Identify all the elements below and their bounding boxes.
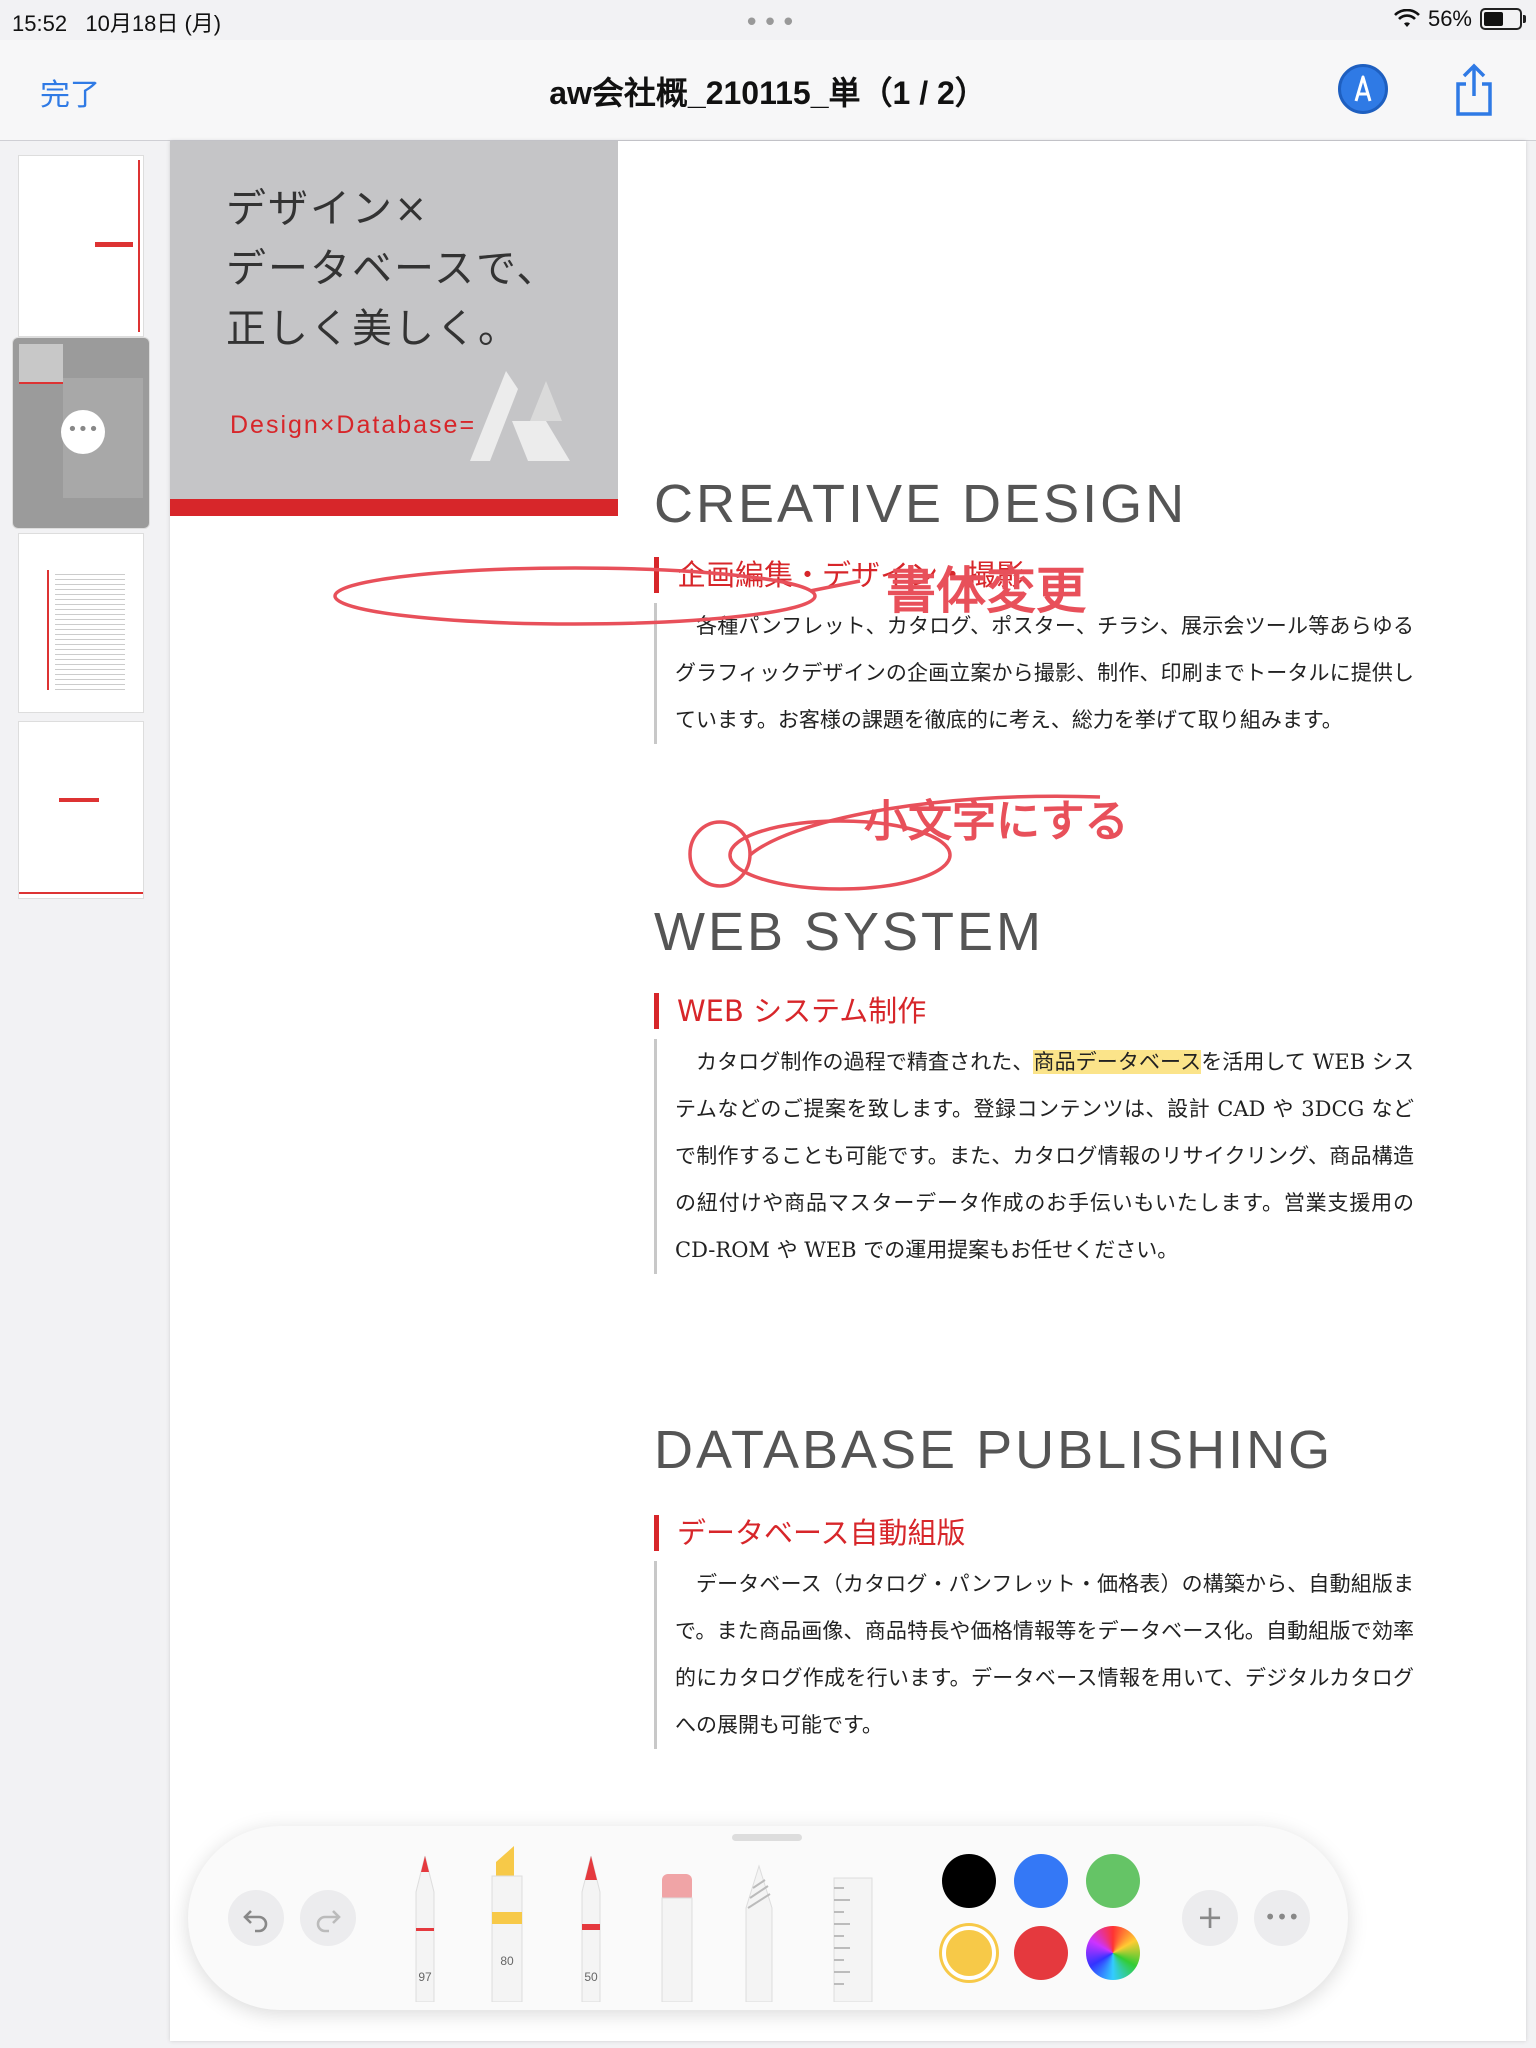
share-icon — [1456, 63, 1492, 116]
clock-time: 15:52 — [12, 11, 68, 36]
hero-subline: Design×Database= — [230, 411, 477, 439]
page-thumbnail-4[interactable] — [18, 721, 144, 899]
section-body: データベース（カタログ・パンフレット・価格表）の構築から、自動組版まで。また商品… — [654, 1561, 1414, 1749]
section-heading: WEB SYSTEM — [654, 902, 1045, 962]
section-heading: CREATIVE DESIGN — [654, 474, 1188, 534]
body-text: カタログ制作の過程で精査された、 — [696, 1050, 1034, 1074]
color-yellow-swatch-selected[interactable] — [942, 1926, 996, 1980]
status-bar: 15:52 10月18日 (月) ••• 56% — [0, 0, 1536, 40]
wifi-icon — [1394, 9, 1420, 27]
ruler-icon — [833, 1877, 873, 2003]
battery-fill — [1484, 12, 1503, 26]
status-time: 15:52 10月18日 (月) — [12, 6, 221, 38]
color-black-swatch[interactable] — [942, 1854, 996, 1908]
thumbnail-more-button[interactable]: ••• — [61, 410, 105, 454]
share-button[interactable] — [1450, 62, 1498, 118]
toolbar-drag-handle[interactable] — [732, 1834, 802, 1841]
markup-pen-icon — [1354, 75, 1372, 102]
color-green-swatch[interactable] — [1086, 1854, 1140, 1908]
lasso-icon — [745, 1864, 773, 2003]
section-subheading: データベース自動組版 — [654, 1515, 1414, 1551]
section-database-publishing: DATABASE PUBLISHING データベース自動組版 データベース（カタ… — [654, 1419, 1414, 1749]
redo-icon — [316, 1910, 341, 1933]
undo-icon — [243, 1910, 268, 1933]
highlighted-text: 商品データベース — [1033, 1050, 1202, 1074]
color-blue-swatch[interactable] — [1014, 1854, 1068, 1908]
status-right: 56% — [1394, 6, 1526, 32]
eraser-tool[interactable] — [654, 1870, 700, 2003]
marker-width-label: 80 — [500, 1954, 514, 1968]
pen-tool[interactable]: 97 — [402, 1852, 448, 2003]
document-title: aw会社概_210115_単（1 / 2） — [549, 75, 987, 111]
annotation-note-2: 小文字にする — [864, 796, 1129, 847]
body-text: を活用して WEB システムなどのご提案を致します。登録コンテンツは、設計 CA… — [675, 1050, 1414, 1262]
page-thumbnail-2[interactable]: ••• — [12, 337, 150, 529]
color-picker-wheel-icon[interactable] — [1086, 1926, 1140, 1980]
eraser-icon — [661, 1874, 693, 2003]
section-subheading: WEB システム制作 — [654, 993, 1414, 1029]
annotation-circle-web — [688, 820, 752, 888]
hero-headline: デザイン× データベースで、 正しく美しく。 — [226, 186, 559, 352]
marker-tool[interactable]: 80 — [484, 1842, 530, 2003]
battery-icon — [1480, 8, 1526, 30]
ruler-tool[interactable] — [830, 1874, 876, 2003]
battery-percent: 56% — [1427, 6, 1472, 31]
clock-date: 10月18日 (月) — [85, 11, 222, 36]
page-thumbnail-3[interactable] — [18, 533, 144, 713]
section-body: 各種パンフレット、カタログ、ポスター、チラシ、展示会ツール等あらゆるグラフィック… — [654, 603, 1414, 744]
hero-banner: デザイン× データベースで、 正しく美しく。 Design×Database= — [170, 141, 618, 516]
hero-red-bar — [170, 499, 618, 516]
markup-toggle-button[interactable] — [1338, 64, 1388, 114]
page-thumbnails-sidebar: ••• — [0, 141, 160, 2048]
multitasking-dots-icon[interactable]: ••• — [744, 8, 799, 38]
section-web-system: WEB SYSTEM WEB システム制作 カタログ制作の過程で精査された、商品… — [654, 901, 1414, 1274]
highlighter-icon — [491, 1846, 523, 2003]
undo-button[interactable] — [228, 1890, 284, 1946]
thumbnail-logo — [95, 242, 133, 247]
navigation-bar: 完了 aw会社概_210115_単（1 / 2） — [0, 40, 1536, 141]
add-button[interactable]: + — [1182, 1890, 1238, 1946]
pencil-width-label: 50 — [584, 1970, 598, 1984]
pencil-tool[interactable]: 50 — [568, 1852, 614, 2003]
annotation-note-1: 書体変更 — [886, 562, 1086, 620]
lasso-tool[interactable] — [736, 1862, 782, 2003]
color-red-swatch[interactable] — [1014, 1926, 1068, 1980]
company-logo-icon — [470, 371, 570, 461]
redo-button[interactable] — [300, 1890, 356, 1946]
section-heading: DATABASE PUBLISHING — [654, 1420, 1334, 1480]
section-body: カタログ制作の過程で精査された、商品データベースを活用して WEB システムなど… — [654, 1039, 1414, 1274]
document-page[interactable]: デザイン× データベースで、 正しく美しく。 Design×Database= … — [170, 141, 1526, 2041]
more-options-button[interactable]: ••• — [1254, 1890, 1310, 1946]
pen-width-label: 97 — [418, 1970, 432, 1984]
page-thumbnail-1[interactable] — [18, 155, 144, 337]
markup-toolbar: 97 80 50 + ••• — [188, 1826, 1348, 2010]
